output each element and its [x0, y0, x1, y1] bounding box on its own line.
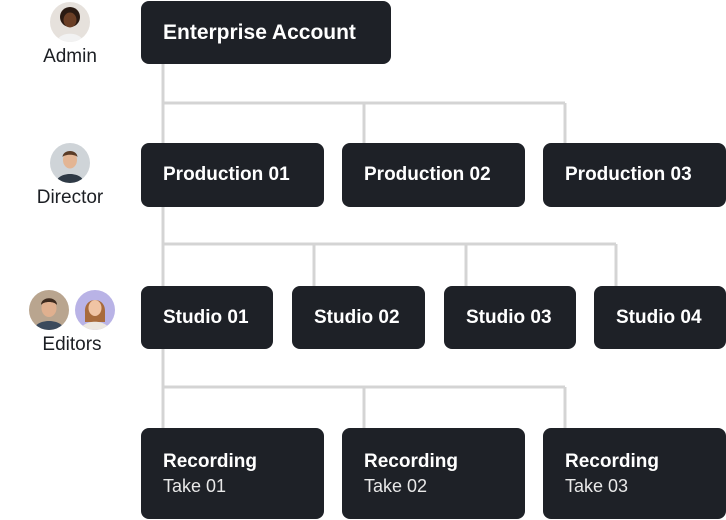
connector-enterprise-productions — [161, 64, 567, 143]
production-node-02[interactable]: Production 02 — [342, 143, 525, 207]
recording-take: Take 02 — [364, 475, 428, 496]
recording-take: Take 01 — [163, 475, 227, 496]
role-label-director: Director — [36, 187, 104, 208]
recording-take: Take 03 — [565, 475, 629, 496]
role-editors: Editors — [2, 290, 142, 356]
editor-woman-avatar-icon — [75, 290, 115, 330]
role-label-editors: Editors — [42, 334, 102, 355]
recording-node-01[interactable]: Recording Take 01 — [141, 428, 324, 519]
studio-node-02[interactable]: Studio 02 — [292, 286, 425, 349]
recording-node-02[interactable]: Recording Take 02 — [342, 428, 525, 519]
studio-node-01[interactable]: Studio 01 — [141, 286, 273, 349]
recording-title: Recording — [565, 450, 659, 472]
connector-studio-recordings — [161, 349, 567, 428]
studio-title: Studio 03 — [466, 306, 552, 328]
production-node-03[interactable]: Production 03 — [543, 143, 726, 207]
studio-title: Studio 01 — [163, 306, 249, 328]
connector-production-studios — [161, 207, 618, 286]
recording-title: Recording — [163, 450, 257, 472]
admin-avatar-icon — [50, 2, 90, 42]
production-title: Production 01 — [163, 164, 290, 185]
enterprise-account-node[interactable]: Enterprise Account — [141, 1, 391, 64]
recording-node-03[interactable]: Recording Take 03 — [543, 428, 726, 519]
studio-title: Studio 04 — [616, 306, 702, 328]
enterprise-account-title: Enterprise Account — [163, 20, 356, 44]
production-node-01[interactable]: Production 01 — [141, 143, 324, 207]
role-admin: Admin — [0, 2, 140, 68]
production-title: Production 02 — [364, 164, 491, 185]
director-avatar-icon — [50, 143, 90, 183]
role-director: Director — [0, 143, 140, 209]
recording-title: Recording — [364, 450, 458, 472]
studio-node-03[interactable]: Studio 03 — [444, 286, 576, 349]
editor-man-avatar-icon — [29, 290, 69, 330]
production-title: Production 03 — [565, 164, 692, 185]
studio-title: Studio 02 — [314, 306, 400, 328]
role-label-admin: Admin — [43, 46, 97, 67]
studio-node-04[interactable]: Studio 04 — [594, 286, 726, 349]
